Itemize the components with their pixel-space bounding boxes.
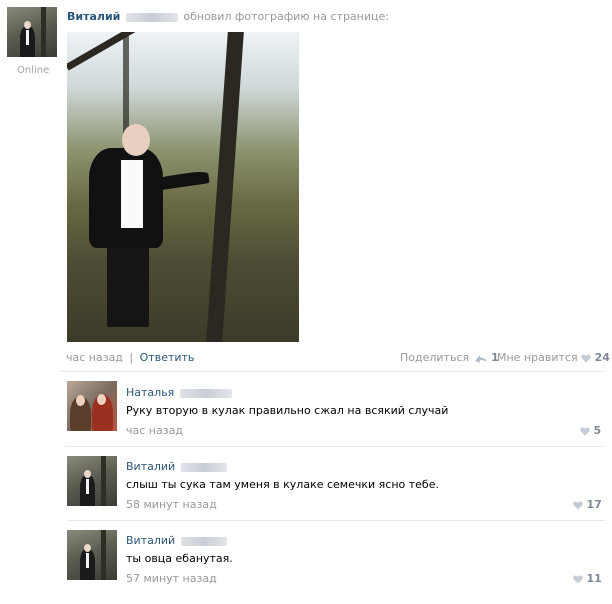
comment-time[interactable]: 57 минут назад [126, 572, 217, 585]
comment-like-count: 11 [586, 572, 602, 585]
post-divider [60, 371, 605, 372]
heart-icon [580, 427, 590, 435]
comment-divider [66, 446, 605, 447]
online-status: Online [17, 65, 50, 76]
share-icon [474, 355, 487, 363]
redacted-surname [180, 462, 227, 472]
comment-text: слыш ты сука там уменя в кулаке семечки … [126, 478, 439, 491]
person-head [122, 124, 150, 156]
tree-branch [67, 32, 147, 71]
like-button[interactable]: Мне нравится 24 [497, 351, 610, 364]
share-label: Поделиться [400, 351, 470, 364]
comment-author-line: Виталий [126, 534, 227, 547]
comment-like-button[interactable]: 11 [573, 572, 602, 585]
comment-like-count: 5 [593, 424, 602, 437]
comment-avatar[interactable] [67, 381, 117, 431]
footer-separator: | [129, 351, 134, 364]
comment-divider [66, 520, 605, 521]
heart-icon [573, 575, 583, 583]
reply-link[interactable]: Ответить [140, 351, 195, 364]
post-photo[interactable] [67, 32, 299, 342]
comment-author-line: Наталья [126, 386, 232, 399]
tree-trunk [206, 32, 244, 342]
person-shirt [121, 160, 143, 228]
like-count: 24 [594, 351, 610, 364]
comment-like-button[interactable]: 5 [580, 424, 601, 437]
share-button[interactable]: Поделиться 1 [400, 351, 499, 364]
comment-author[interactable]: Виталий [126, 460, 175, 473]
comment-avatar[interactable] [67, 456, 117, 506]
redacted-surname [180, 536, 227, 546]
comment-author[interactable]: Виталий [126, 534, 175, 547]
post-author-name[interactable]: Виталий [67, 10, 120, 23]
post-time[interactable]: час назад [66, 351, 123, 364]
comment-like-button[interactable]: 17 [573, 498, 602, 511]
post-action-text: обновил фотографию на странице: [183, 10, 389, 23]
post-footer-left: час назад | Ответить [66, 351, 194, 364]
comment-text: ты овца ебанутая. [126, 552, 233, 565]
comment-text: Руку вторую в кулак правильно сжал на вс… [126, 404, 449, 417]
heart-icon [581, 354, 591, 362]
comment-time[interactable]: 58 минут назад [126, 498, 217, 511]
post-header: Виталий обновил фотографию на странице: [67, 10, 389, 23]
comment-avatar[interactable] [67, 530, 117, 580]
comment-time[interactable]: час назад [126, 424, 183, 437]
like-label: Мне нравится [497, 351, 578, 364]
heart-icon [573, 501, 583, 509]
comment-author[interactable]: Наталья [126, 386, 174, 399]
comment-author-line: Виталий [126, 460, 227, 473]
redacted-surname [179, 388, 232, 398]
post-author-avatar[interactable] [7, 7, 57, 57]
comment-like-count: 17 [586, 498, 602, 511]
redacted-surname [125, 12, 178, 22]
